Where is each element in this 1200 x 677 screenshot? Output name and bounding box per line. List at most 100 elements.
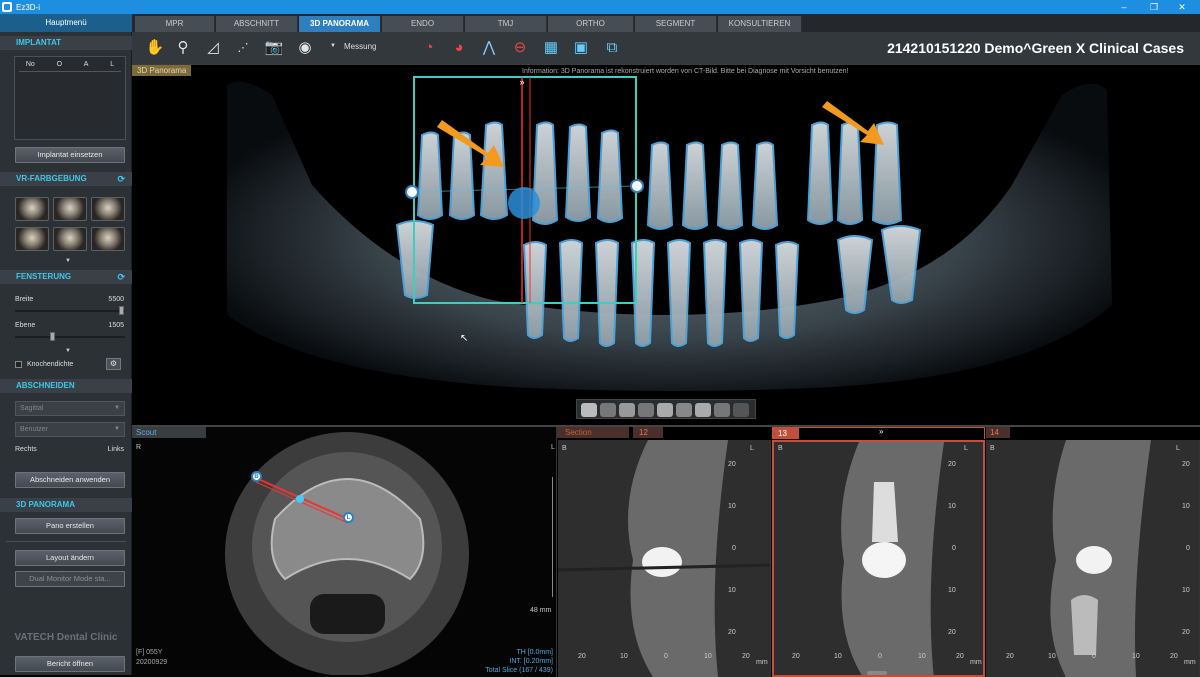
eye-settings-icon[interactable]: ◉	[294, 37, 316, 59]
scout-point-l[interactable]: L	[343, 512, 354, 523]
pane12-htick-1: 10	[620, 653, 628, 660]
report-open-button[interactable]: Bericht öffnen	[15, 656, 125, 672]
pan-hand-icon[interactable]: ✋	[144, 37, 166, 59]
maximize-button[interactable]: ❐	[1140, 0, 1168, 14]
view-preset-icon[interactable]	[581, 403, 597, 417]
sagittal-dropdown[interactable]: Sagittal ▼	[15, 401, 125, 416]
scout-view[interactable]: Scout R L B L 48 mm [F] 055Y 20200929 TH…	[132, 427, 557, 677]
tab-3d-panorama[interactable]: 3D PANORAMA	[299, 16, 381, 32]
panorama-view[interactable]: 3D Panorama Information: 3D Panorama ist…	[132, 64, 1200, 424]
gauge-icon[interactable]: ◔	[418, 37, 440, 59]
tab-tmj[interactable]: TMJ	[465, 16, 547, 32]
gauge-alt-icon[interactable]: ◕	[448, 37, 470, 59]
pano-header: 3D PANORAMA	[0, 498, 132, 512]
tab-ortho[interactable]: ORTHO	[548, 16, 634, 32]
clinic-name: VATECH Dental Clinic	[14, 632, 118, 643]
view-preset-icon[interactable]	[733, 403, 749, 417]
abschneiden-apply-button[interactable]: Abschneiden anwenden	[15, 472, 125, 488]
benutzer-dropdown[interactable]: Benutzer ▼	[15, 422, 125, 437]
breite-slider-thumb[interactable]	[119, 306, 124, 315]
section-pane-14[interactable]	[986, 440, 1200, 677]
export-icon[interactable]: ⧉	[601, 37, 623, 59]
pane12-htick-4: 20	[742, 653, 750, 660]
implant-list[interactable]: No O A L	[14, 56, 126, 140]
settings-gear-icon[interactable]: ⚙	[106, 358, 121, 370]
rechts-label[interactable]: Rechts	[15, 446, 37, 453]
mouse-cursor-icon: ↖	[460, 333, 469, 344]
expand-arrow-icon[interactable]: ▼	[65, 348, 71, 354]
tab-endo[interactable]: ENDO	[382, 16, 464, 32]
vr-preset-6[interactable]	[91, 227, 125, 251]
pane14-htick-4: 20	[1170, 653, 1178, 660]
view-preset-icon[interactable]	[619, 403, 635, 417]
zoom-magnifier-icon[interactable]: ⚲	[172, 37, 194, 59]
view-preset-icon[interactable]	[638, 403, 654, 417]
camera-icon[interactable]: 📷	[263, 37, 285, 59]
pane12-vtick-1: 10	[728, 503, 736, 510]
measure-dropdown-arrow-icon[interactable]: ▼	[330, 43, 336, 49]
vr-header-label: VR-FARBGEBUNG	[16, 174, 87, 183]
image-icon[interactable]: ▦	[540, 37, 562, 59]
view-preset-icon[interactable]	[714, 403, 730, 417]
knochendichte-checkbox[interactable]	[15, 361, 22, 368]
pane13-b: B	[778, 445, 783, 452]
breite-slider[interactable]	[15, 310, 125, 312]
links-label[interactable]: Links	[108, 446, 124, 453]
section-pane-13[interactable]	[772, 440, 985, 677]
interval-info: INT. [0.20mm]	[509, 658, 553, 665]
vr-preset-1[interactable]	[15, 197, 49, 221]
layout-icon[interactable]: ▣	[570, 37, 592, 59]
vr-preset-4[interactable]	[15, 227, 49, 251]
tab-konsultieren[interactable]: KONSULTIEREN	[718, 16, 802, 32]
scout-axial-image	[225, 432, 469, 675]
pane13-htick-1: 10	[834, 653, 842, 660]
view-preset-icon[interactable]	[695, 403, 711, 417]
vr-preset-2[interactable]	[53, 197, 87, 221]
breite-label: Breite	[15, 296, 34, 303]
circle-tool-icon[interactable]: ⊖	[509, 37, 531, 59]
tab-segment[interactable]: SEGMENT	[635, 16, 717, 32]
view-preset-icon[interactable]	[600, 403, 616, 417]
pane13-vtick-4: 20	[948, 629, 956, 636]
ebene-slider-thumb[interactable]	[50, 332, 55, 341]
ebene-value: 1505	[108, 322, 124, 329]
polyline-icon[interactable]: ⋰	[232, 37, 254, 59]
pane14-vtick-3: 10	[1182, 587, 1190, 594]
refresh-icon[interactable]: ⟳	[117, 172, 125, 186]
divider	[6, 541, 126, 542]
vr-preset-3[interactable]	[91, 197, 125, 221]
dual-monitor-button[interactable]: Dual Monitor Mode sta...	[15, 571, 125, 587]
pane12-b: B	[562, 445, 567, 452]
pane14-vtick-0: 20	[1182, 461, 1190, 468]
view-preset-icon[interactable]	[657, 403, 673, 417]
layout-change-button[interactable]: Layout ändern	[15, 550, 125, 566]
col-o: O	[56, 61, 63, 68]
section-image-14	[986, 440, 1199, 677]
minimize-button[interactable]: –	[1110, 0, 1138, 14]
pano-create-button[interactable]: Pano erstellen	[15, 518, 125, 534]
bottom-views: Scout R L B L 48 mm [F] 055Y 20200929 TH…	[132, 425, 1200, 677]
section-pane-12[interactable]	[558, 440, 771, 677]
close-button[interactable]: ✕	[1168, 0, 1196, 14]
tab-abschnitt[interactable]: ABSCHNITT	[216, 16, 298, 32]
angle-icon[interactable]: ◿	[202, 37, 224, 59]
nerve-icon[interactable]: ⋀	[478, 37, 500, 59]
scout-point-b[interactable]: B	[251, 471, 262, 482]
expand-arrow-icon[interactable]: ▼	[65, 258, 71, 264]
pane-collapse-icon[interactable]: »	[879, 427, 883, 436]
implant-insert-button[interactable]: Implantat einsetzen	[15, 147, 125, 163]
refresh-icon[interactable]: ⟳	[117, 270, 125, 284]
main-menu-button[interactable]: Hauptmenü	[0, 14, 132, 32]
scout-ruler	[552, 477, 554, 597]
chevron-down-icon: ▼	[114, 426, 120, 432]
pane14-unit: mm	[1184, 659, 1196, 666]
view-preset-icon[interactable]	[676, 403, 692, 417]
section-num-12: 12	[633, 427, 663, 438]
pane14-vtick-2: 0	[1186, 545, 1190, 552]
scroll-handle[interactable]	[867, 671, 887, 675]
ebene-slider[interactable]	[15, 336, 125, 338]
scout-r-label: R	[136, 444, 142, 451]
tab-mpr[interactable]: MPR	[135, 16, 215, 32]
vr-preset-5[interactable]	[53, 227, 87, 251]
measure-label[interactable]: Messung	[344, 42, 376, 51]
